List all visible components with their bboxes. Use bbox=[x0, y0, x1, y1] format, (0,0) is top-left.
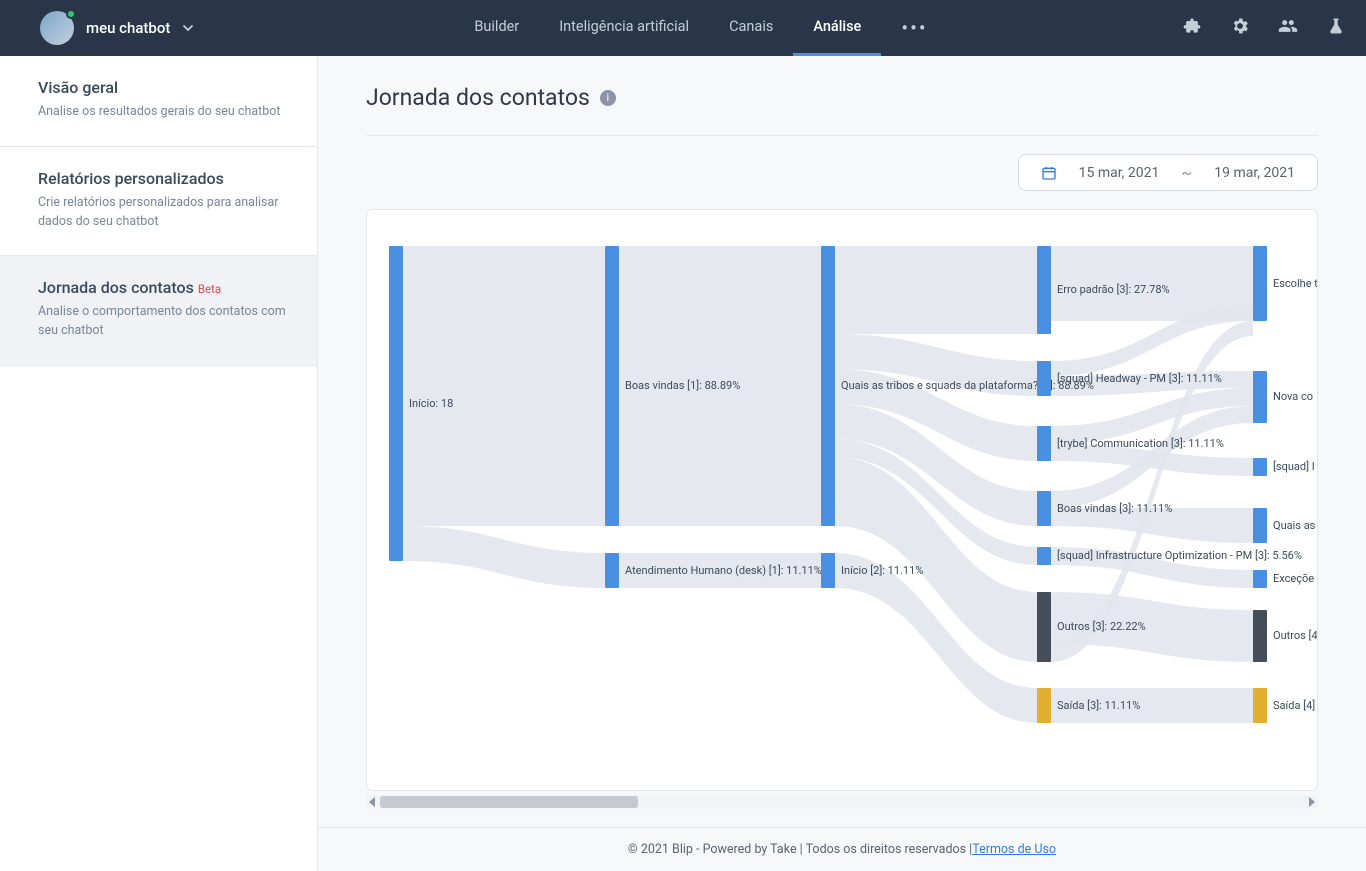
page-title: Jornada dos contatos bbox=[366, 84, 590, 111]
sankey-node[interactable] bbox=[1253, 458, 1267, 476]
page-title-row: Jornada dos contatos i bbox=[366, 84, 1318, 111]
sidebar-item-relatorios[interactable]: Relatórios personalizados Crie relatório… bbox=[0, 147, 317, 257]
footer-terms-link[interactable]: Termos de Uso bbox=[972, 842, 1056, 857]
flask-icon[interactable] bbox=[1326, 16, 1346, 40]
sankey-node[interactable] bbox=[389, 246, 403, 561]
sankey-node-label: Outros [3]: 22.22% bbox=[1057, 620, 1146, 633]
sankey-node-label: Quais as tribos e squads da plataforma? … bbox=[841, 379, 1094, 392]
sankey-node[interactable] bbox=[1037, 547, 1051, 565]
sankey-node[interactable] bbox=[605, 553, 619, 588]
sidebar-item-visao-geral[interactable]: Visão geral Analise os resultados gerais… bbox=[0, 56, 317, 147]
main-nav: Builder Inteligência artificial Canais A… bbox=[454, 0, 947, 56]
sankey-node[interactable] bbox=[1037, 688, 1051, 723]
sankey-node[interactable] bbox=[1037, 592, 1051, 662]
sankey-node-label: Saída [3]: 11.11% bbox=[1057, 699, 1140, 712]
nav-more-icon[interactable]: ••• bbox=[881, 0, 947, 56]
sankey-node[interactable] bbox=[1037, 246, 1051, 334]
sankey-node-label: Nova co bbox=[1273, 390, 1313, 403]
sankey-node-label: Exceçõe bbox=[1273, 572, 1314, 585]
sidebar: Visão geral Analise os resultados gerais… bbox=[0, 56, 318, 871]
info-icon[interactable]: i bbox=[600, 90, 616, 106]
sidebar-item-title: Relatórios personalizados bbox=[38, 169, 289, 188]
sankey-node[interactable] bbox=[821, 553, 835, 588]
sankey-node-label: Quais as bbox=[1273, 519, 1315, 532]
sankey-node-label: Boas vindas [1]: 88.89% bbox=[625, 379, 740, 392]
team-icon[interactable] bbox=[1278, 16, 1298, 40]
nav-canais[interactable]: Canais bbox=[709, 0, 793, 56]
sankey-node-label: [squad] Headway - PM [3]: 11.11% bbox=[1057, 372, 1222, 385]
sankey-node[interactable] bbox=[821, 246, 835, 526]
avatar bbox=[40, 11, 74, 45]
sankey-node[interactable] bbox=[605, 246, 619, 526]
sankey-node-label: Saída [4] bbox=[1273, 699, 1315, 712]
nav-builder[interactable]: Builder bbox=[454, 0, 539, 56]
chevron-down-icon bbox=[182, 22, 194, 34]
sankey-node-label: Atendimento Humano (desk) [1]: 11.11% bbox=[625, 564, 822, 577]
sankey-node-label: [squad] Infrastructure Optimization - PM… bbox=[1057, 549, 1302, 562]
main: Jornada dos contatos i 15 mar, 2021 ~ 19… bbox=[318, 56, 1366, 871]
sankey-node-label: Início: 18 bbox=[409, 397, 453, 410]
footer: © 2021 Blip - Powered by Take | Todos os… bbox=[318, 827, 1366, 871]
sankey-node-label: [squad] I bbox=[1273, 460, 1315, 473]
sankey-chart: Início: 18 Boas vindas [1]: 88.89% Atendim… bbox=[366, 209, 1318, 791]
gear-icon[interactable] bbox=[1230, 16, 1250, 40]
sankey-node-label: Outros [4 bbox=[1273, 629, 1318, 642]
sankey-node[interactable] bbox=[1253, 508, 1267, 543]
chart-horizontal-scrollbar[interactable] bbox=[366, 795, 1318, 809]
sankey-node-label: Escolhe t bbox=[1273, 277, 1318, 290]
header-actions bbox=[1182, 16, 1346, 40]
sankey-node-label: Erro padrão [3]: 27.78% bbox=[1057, 283, 1170, 296]
sankey-node[interactable] bbox=[1037, 361, 1051, 396]
sankey-node[interactable] bbox=[1253, 688, 1267, 723]
date-range-picker[interactable]: 15 mar, 2021 ~ 19 mar, 2021 bbox=[1018, 154, 1318, 191]
date-to: 19 mar, 2021 bbox=[1214, 165, 1295, 181]
footer-text: © 2021 Blip - Powered by Take | Todos os… bbox=[628, 842, 972, 857]
calendar-icon bbox=[1041, 165, 1057, 181]
divider bbox=[366, 135, 1318, 136]
sankey-node[interactable] bbox=[1253, 610, 1267, 662]
sankey-node[interactable] bbox=[1253, 371, 1267, 423]
sidebar-item-title: Visão geral bbox=[38, 78, 289, 97]
date-from: 15 mar, 2021 bbox=[1079, 165, 1160, 181]
sankey-node-label: Boas vindas [3]: 11.11% bbox=[1057, 502, 1172, 515]
puzzle-icon[interactable] bbox=[1182, 16, 1202, 40]
sidebar-item-desc: Crie relatórios personalizados para anal… bbox=[38, 194, 289, 232]
topbar: meu chatbot Builder Inteligência artific… bbox=[0, 0, 1366, 56]
sankey-node[interactable] bbox=[1253, 246, 1267, 321]
sankey-node[interactable] bbox=[1037, 426, 1051, 461]
sankey-node-label: Início [2]: 11.11% bbox=[841, 564, 923, 577]
chatbot-selector[interactable]: meu chatbot bbox=[40, 11, 194, 45]
sankey-node[interactable] bbox=[1253, 570, 1267, 588]
sankey-node-label: [trybe] Communication [3]: 11.11% bbox=[1057, 437, 1224, 450]
chatbot-name: meu chatbot bbox=[86, 19, 170, 37]
sidebar-item-desc: Analise os resultados gerais do seu chat… bbox=[38, 103, 289, 122]
nav-ia[interactable]: Inteligência artificial bbox=[539, 0, 709, 56]
sidebar-item-desc: Analise o comportamento dos contatos com… bbox=[38, 303, 289, 341]
sidebar-item-title: Jornada dos contatosBeta bbox=[38, 278, 289, 297]
nav-analise[interactable]: Análise bbox=[793, 0, 881, 56]
sankey-node[interactable] bbox=[1037, 491, 1051, 526]
date-separator: ~ bbox=[1181, 163, 1192, 182]
sidebar-item-jornada[interactable]: Jornada dos contatosBeta Analise o compo… bbox=[0, 256, 317, 366]
